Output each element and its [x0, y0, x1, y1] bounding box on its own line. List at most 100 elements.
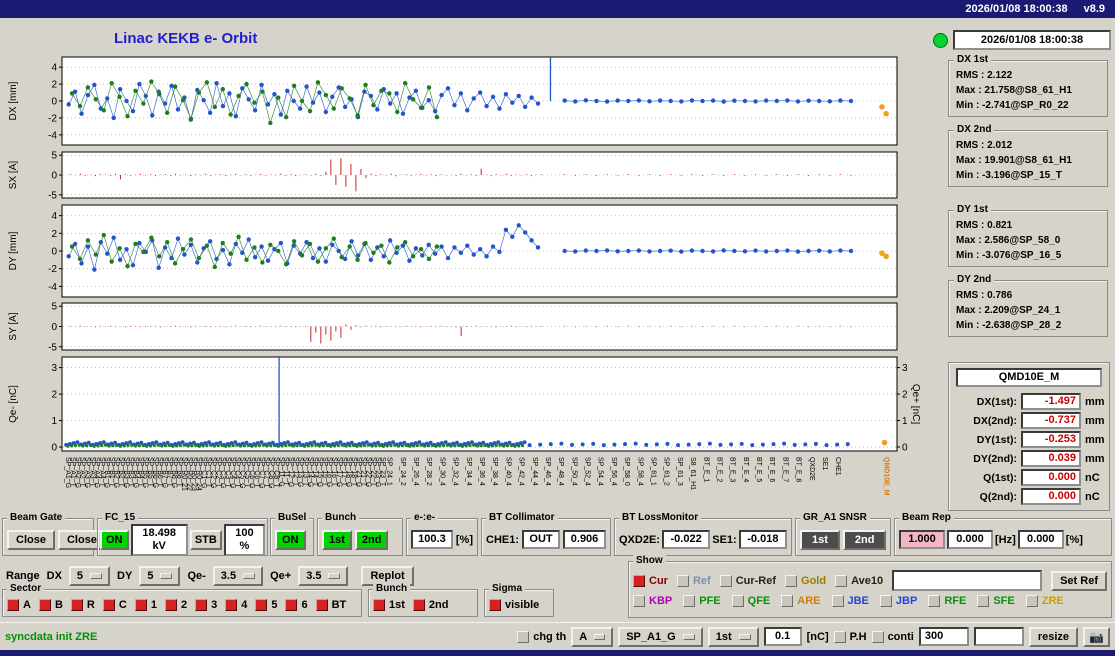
fc15-stb-button[interactable]: STB	[189, 529, 222, 550]
checkbox-indicator	[7, 599, 19, 611]
sigma-visible-checkbox[interactable]: visible	[489, 599, 539, 611]
svg-text:SP_56_4: SP_56_4	[610, 457, 617, 486]
sector-checkbox[interactable]: B	[38, 599, 63, 611]
bunch-1st-button[interactable]: 1st	[322, 529, 352, 550]
fc15-duty-value: 100 %	[223, 523, 265, 556]
sector-checkbox[interactable]: 4	[225, 599, 247, 611]
sector-checkbox[interactable]: 5	[255, 599, 277, 611]
fc15-kv-value: 18.498 kV	[130, 523, 188, 556]
bunch-checkbox[interactable]: 1st	[373, 599, 405, 611]
svg-text:-4: -4	[48, 130, 57, 141]
bunch-group: Bunch 1st 2nd	[317, 512, 403, 556]
show-series-label: Cur	[649, 574, 668, 587]
fc15-label: FC_15	[102, 512, 139, 523]
checkbox-indicator	[195, 599, 208, 611]
bunch-checkbox[interactable]: 2nd	[412, 599, 449, 611]
bunch-checkbox-label: 2nd	[428, 599, 449, 611]
sector-checkbox-label: BT	[331, 599, 347, 611]
sector-checkbox[interactable]: 6	[285, 599, 308, 611]
bunch-order-select[interactable]: 1st	[707, 626, 759, 647]
show-series-checkbox[interactable]: Ref	[676, 574, 711, 587]
bpm-select[interactable]: SP_A1_G	[618, 626, 703, 647]
sector-checkbox-label: 3	[211, 599, 218, 611]
range-dy-select[interactable]: 5	[139, 566, 181, 586]
show-region-checkbox[interactable]: QFE	[731, 595, 770, 607]
checkbox-indicator	[134, 599, 147, 611]
range-qem-select[interactable]: 3.5	[212, 566, 264, 586]
show-region-checkbox[interactable]: ARE	[781, 595, 821, 607]
snsr-2nd-button[interactable]: 2nd	[842, 529, 887, 550]
show-region-checkbox[interactable]: ZRE	[1025, 595, 1064, 607]
sector-checkbox[interactable]: A	[7, 599, 31, 611]
range-dx-select[interactable]: 5	[68, 566, 111, 586]
monitor-row-label: Q(1st):	[983, 471, 1017, 484]
svg-text:BT_E_4: BT_E_4	[742, 457, 749, 482]
checkbox-indicator	[633, 595, 645, 607]
timestamp-display: 2026/01/08 18:00:38	[953, 30, 1111, 50]
snsr-1st-button[interactable]: 1st	[800, 529, 840, 550]
beam-gate-close-1-button[interactable]: Close	[7, 529, 55, 550]
range-qep-select[interactable]: 3.5	[298, 566, 349, 586]
conti-checkbox[interactable]: conti	[871, 630, 914, 643]
chg-th-label: chg th	[533, 630, 567, 643]
svg-text:BT_E_1: BT_E_1	[702, 457, 709, 482]
sector-checkbox[interactable]: 3	[195, 599, 217, 611]
show-series-checkbox[interactable]: Cur	[633, 574, 668, 587]
show-region-checkbox[interactable]: KBP	[633, 595, 672, 607]
range-qem-label: Qe-	[187, 570, 206, 582]
show-region-checkbox[interactable]: SFE	[977, 595, 1015, 607]
show-region-label: KBP	[649, 595, 673, 607]
show-region-checkbox[interactable]: RFE	[928, 595, 966, 607]
monitor-row-label: DX(2nd):	[973, 414, 1017, 427]
stat-max: Max : 2.209@SP_24_1	[956, 305, 1061, 316]
stat-rms: RMS : 0.821	[956, 220, 1013, 231]
sector-checkbox[interactable]: BT	[315, 599, 347, 611]
show-series-checkbox[interactable]: Cur-Ref	[719, 574, 776, 587]
che1-label: CHE1:	[486, 533, 520, 546]
ee-ratio-unit: [%]	[455, 533, 473, 546]
busel-on-button[interactable]: ON	[275, 529, 306, 550]
option-menu-bar-icon	[682, 633, 695, 640]
status-message: syncdata init ZRE	[5, 630, 98, 643]
bunch-2nd-button[interactable]: 2nd	[354, 529, 389, 550]
svg-text:0: 0	[51, 247, 57, 258]
bunch-checkbox-label: 1st	[389, 599, 405, 611]
ph-checkbox[interactable]: P.H	[833, 630, 867, 643]
ref-file-input[interactable]	[892, 570, 1043, 591]
svg-text:SP_24_1: SP_24_1	[386, 457, 393, 486]
monitor-row-value: -0.253	[1021, 431, 1081, 448]
page-title: Linac KEKB e- Orbit	[114, 30, 258, 47]
sector-checkbox[interactable]: R	[70, 599, 95, 611]
show-region-checkbox[interactable]: JBP	[879, 595, 917, 607]
chg-th-checkbox[interactable]: chg th	[517, 630, 567, 643]
range-row: Range DX 5 DY 5 Qe- 3.5 Qe+ 3.5 Replot	[6, 566, 414, 586]
show-series-checkbox[interactable]: Gold	[785, 574, 826, 587]
svg-text:4: 4	[51, 63, 57, 74]
svg-text:QXD2E: QXD2E	[808, 457, 815, 481]
show-series-checkbox[interactable]: Ave10	[835, 574, 883, 587]
window-titlebar: 2026/01/08 18:00:38 v8.9	[0, 0, 1115, 18]
svg-text:0: 0	[51, 443, 57, 454]
checkbox-indicator	[373, 599, 385, 611]
set-ref-button[interactable]: Set Ref	[1051, 570, 1107, 591]
bt-lossmonitor-label: BT LossMonitor	[619, 512, 702, 523]
resize-button[interactable]: resize	[1028, 626, 1079, 647]
sector-checkbox[interactable]: 1	[134, 599, 157, 611]
svg-text:3: 3	[902, 363, 908, 374]
svg-text:SP_54_4: SP_54_4	[597, 457, 604, 486]
svg-text:SP_61_2: SP_61_2	[663, 457, 670, 486]
screenshot-camera-button[interactable]: 📷	[1083, 626, 1110, 647]
svg-text:CHE1: CHE1	[834, 457, 841, 476]
se1-label: SE1:	[712, 533, 737, 546]
conti-label: conti	[887, 630, 914, 643]
show-region-checkbox[interactable]: PFE	[683, 595, 721, 607]
sector-checkbox[interactable]: C	[102, 599, 127, 611]
monitor-row: DX(1st): -1.497 mm	[953, 392, 1105, 411]
svg-text:-4: -4	[48, 282, 57, 293]
show-region-checkbox[interactable]: JBE	[831, 595, 869, 607]
fc15-on-button[interactable]: ON	[100, 529, 129, 550]
sector-checkbox[interactable]: 2	[164, 599, 187, 611]
svg-text:SP_28_2: SP_28_2	[425, 457, 432, 486]
sector-checkbox-label: 1	[150, 599, 157, 611]
sector-select[interactable]: A	[571, 626, 614, 647]
